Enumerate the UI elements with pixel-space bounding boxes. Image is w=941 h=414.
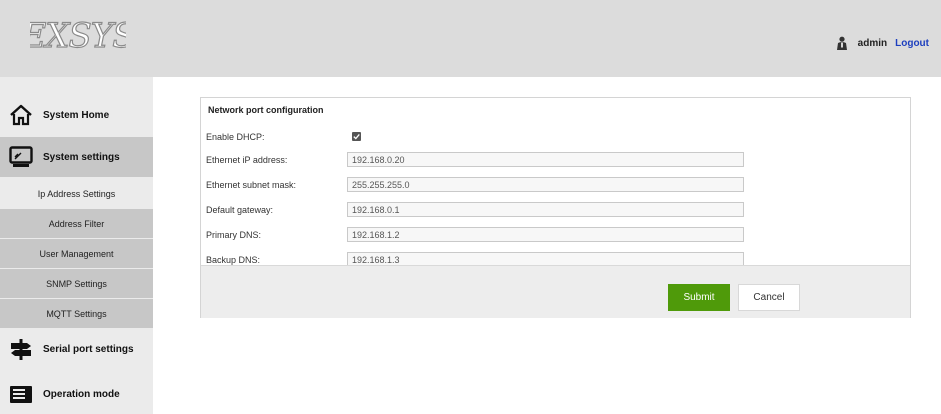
- default-gateway-row: Default gateway:: [201, 199, 910, 221]
- subnet-mask-input[interactable]: [347, 177, 744, 192]
- sidebar-subitem-snmp-settings[interactable]: SNMP Settings: [0, 269, 153, 298]
- username-label: admin: [857, 37, 888, 49]
- sidebar-subitem-label: MQTT Settings: [46, 308, 107, 319]
- top-header: EXSYS admin Logout: [0, 0, 941, 77]
- panel-title: Network port configuration: [208, 105, 324, 115]
- ip-address-input[interactable]: [347, 152, 744, 167]
- exsys-logo[interactable]: EXSYS: [30, 14, 126, 56]
- primary-dns-input[interactable]: [347, 227, 744, 242]
- subnet-mask-row: Ethernet subnet mask:: [201, 174, 910, 196]
- sidebar-item-system-home[interactable]: System Home: [0, 97, 153, 133]
- ip-address-row: Ethernet iP address:: [201, 149, 910, 171]
- monitor-icon: [9, 146, 33, 167]
- user-area: admin Logout: [836, 36, 929, 50]
- primary-dns-row: Primary DNS:: [201, 224, 910, 246]
- sidebar-subitem-address-filter[interactable]: Address Filter: [0, 209, 153, 238]
- sidebar-item-label: System settings: [43, 151, 120, 163]
- svg-text:EXSYS: EXSYS: [30, 16, 126, 56]
- sidebar-item-label: System Home: [43, 109, 110, 121]
- dhcp-checkbox[interactable]: [352, 132, 361, 141]
- sidebar-subitem-ip-address-settings[interactable]: Ip Address Settings: [0, 179, 153, 208]
- sidebar-subitem-label: Address Filter: [48, 218, 105, 229]
- dhcp-label: Enable DHCP:: [206, 132, 265, 142]
- logout-link[interactable]: Logout: [895, 38, 929, 49]
- sidebar-subitem-user-management[interactable]: User Management: [0, 239, 153, 268]
- home-icon: [10, 104, 32, 126]
- sidebar-item-serial-port-settings[interactable]: Serial port settings: [0, 329, 153, 369]
- sidebar-item-label: Serial port settings: [43, 343, 134, 355]
- sidebar-item-operation-mode[interactable]: Operation mode: [0, 374, 153, 414]
- default-gateway-input[interactable]: [347, 202, 744, 217]
- sidebar-subitem-label: User Management: [39, 248, 114, 259]
- backup-dns-label: Backup DNS:: [206, 255, 261, 265]
- sidebar-subitem-mqtt-settings[interactable]: MQTT Settings: [0, 299, 153, 328]
- default-gateway-label: Default gateway:: [206, 205, 274, 215]
- ip-address-label: Ethernet iP address:: [206, 155, 288, 165]
- signpost-icon: [11, 339, 31, 360]
- sidebar-subitem-label: Ip Address Settings: [37, 188, 116, 199]
- submit-button[interactable]: Submit: [668, 284, 730, 311]
- dhcp-row: Enable DHCP:: [201, 126, 910, 148]
- cancel-button[interactable]: Cancel: [738, 284, 800, 311]
- sidebar: System Home System settings Ip Address S…: [0, 77, 153, 414]
- form-footer: Submit Cancel: [201, 265, 910, 318]
- server-icon: [10, 386, 32, 403]
- sidebar-item-label: Operation mode: [43, 388, 120, 400]
- sidebar-item-system-settings[interactable]: System settings: [0, 137, 153, 177]
- user-icon: [836, 36, 847, 50]
- primary-dns-label: Primary DNS:: [206, 230, 262, 240]
- network-config-panel: Network port configuration Enable DHCP: …: [200, 97, 911, 318]
- check-icon: [353, 133, 360, 140]
- sidebar-subitem-label: SNMP Settings: [46, 278, 107, 289]
- subnet-mask-label: Ethernet subnet mask:: [206, 180, 297, 190]
